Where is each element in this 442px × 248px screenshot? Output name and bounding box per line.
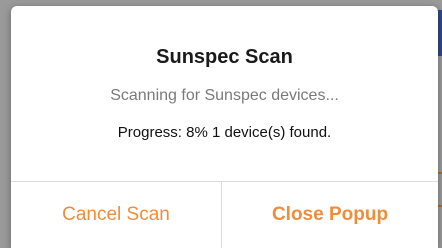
scan-dialog: Sunspec Scan Scanning for Sunspec device… (11, 6, 438, 248)
scan-progress-text: Progress: 8% 1 device(s) found. (117, 124, 332, 141)
scan-status-text: Scanning for Sunspec devices... (110, 87, 339, 104)
dialog-title: Sunspec Scan (156, 46, 293, 68)
cancel-scan-button[interactable]: Cancel Scan (11, 182, 221, 248)
close-popup-button[interactable]: Close Popup (222, 182, 438, 248)
